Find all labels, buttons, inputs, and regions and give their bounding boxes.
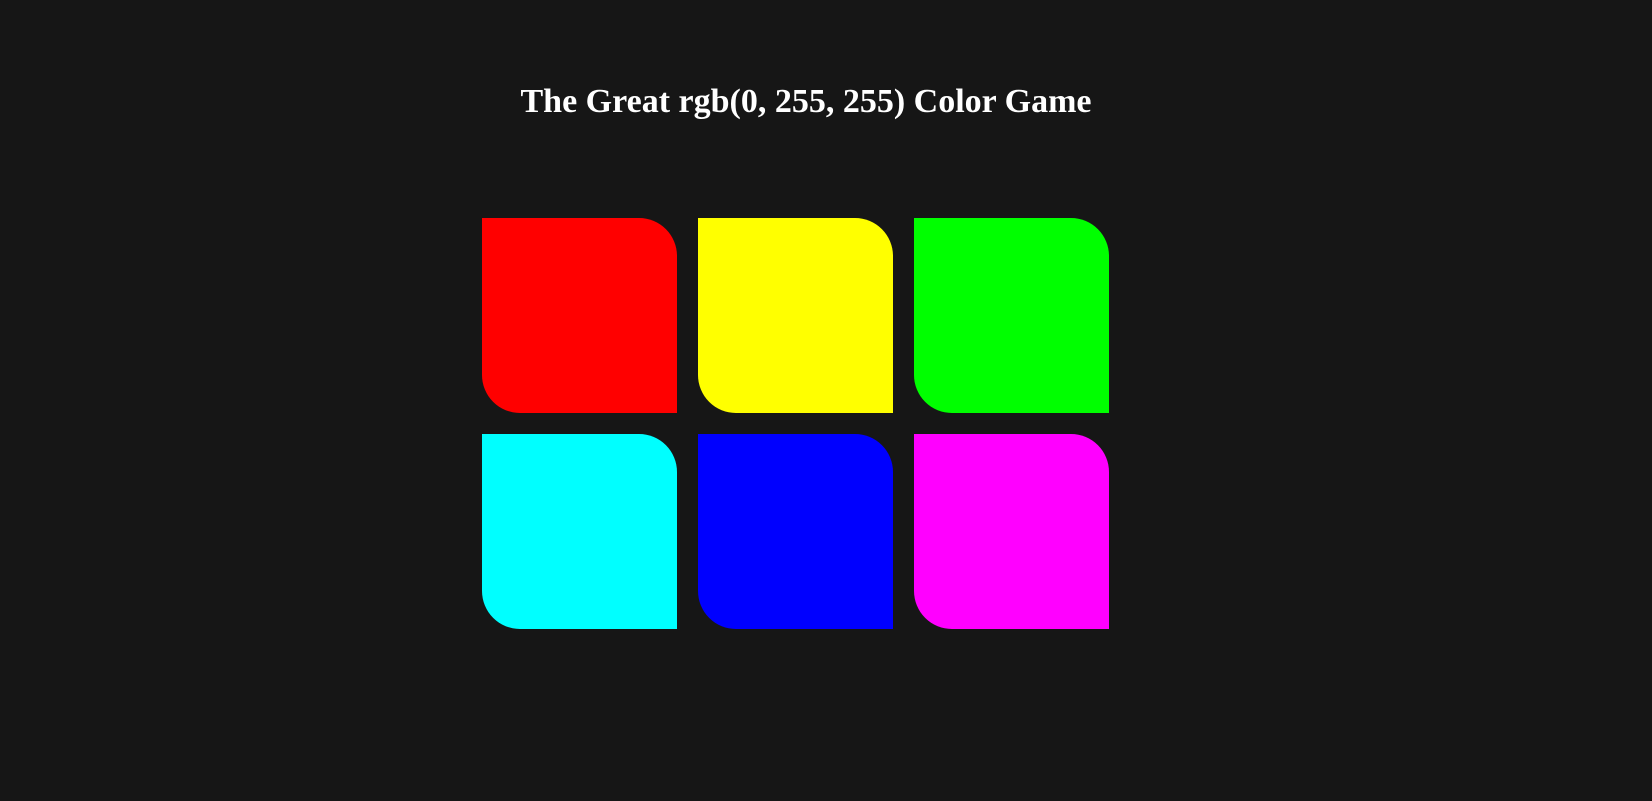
square-magenta[interactable] — [914, 434, 1109, 629]
square-cyan[interactable] — [482, 434, 677, 629]
square-blue[interactable] — [698, 434, 893, 629]
square-red[interactable] — [482, 218, 677, 413]
color-square-grid — [482, 218, 1110, 629]
square-green[interactable] — [914, 218, 1109, 413]
game-title: The Great rgb(0, 255, 255) Color Game — [520, 83, 1092, 120]
square-yellow[interactable] — [698, 218, 893, 413]
